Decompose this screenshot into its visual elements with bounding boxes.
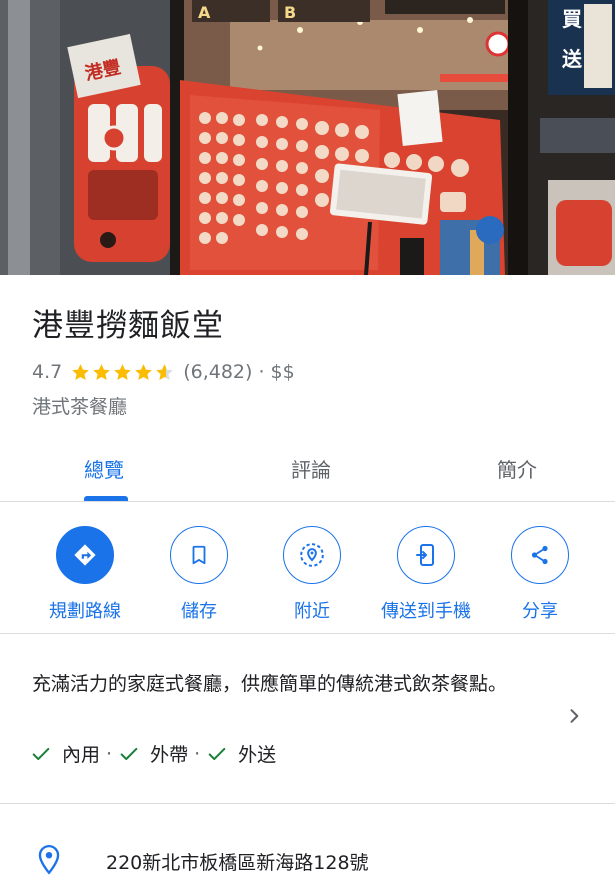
tab-reviews[interactable]: 評論: [291, 454, 331, 483]
promo-sign: 買 送: [540, 0, 615, 275]
address-row[interactable]: 220新北市板橋區新海路128號: [0, 820, 615, 883]
service-option-delivery: 外送: [206, 740, 276, 767]
restaurant-storefront-image: 港豐 A B 買 送: [0, 0, 615, 275]
place-title: 港豐撈麵飯堂: [32, 308, 224, 344]
nearby-icon: [283, 526, 341, 584]
svg-text:B: B: [284, 3, 296, 22]
address-text: 220新北市板橋區新海路128號: [106, 852, 369, 874]
chevron-right-icon: [570, 709, 579, 723]
save-label: 儲存: [181, 601, 217, 622]
send-to-phone-label: 傳送到手機: [381, 601, 471, 622]
description-section[interactable]: 充滿活力的家庭式餐廳，供應簡單的傳統港式飲茶餐點。 內用 · 外帶 · 外送: [0, 634, 615, 804]
rating-row: 4.7 (6,482) · $$: [32, 359, 295, 385]
service-option-label: 內用: [62, 744, 101, 766]
directions-label: 規劃路線: [49, 601, 121, 622]
star-icon: [135, 363, 153, 380]
action-bar: 規劃路線 儲存 附近 傳送到手機 分享: [0, 502, 615, 634]
service-options: 內用 · 外帶 · 外送: [30, 740, 276, 767]
share-label: 分享: [522, 601, 558, 622]
service-option-label: 外帶: [150, 744, 189, 766]
directions-button[interactable]: 規劃路線: [30, 526, 140, 623]
share-button[interactable]: 分享: [485, 526, 595, 623]
nearby-button[interactable]: 附近: [257, 526, 367, 623]
service-option-takeout: 外帶: [118, 740, 188, 767]
location-pin-icon: [38, 844, 60, 875]
send-to-phone-button[interactable]: 傳送到手機: [371, 526, 481, 623]
nearby-label: 附近: [294, 601, 330, 622]
directions-icon: [56, 526, 114, 584]
review-count[interactable]: (6,482): [183, 361, 252, 383]
separator-dot: ·: [106, 742, 113, 765]
check-icon: [32, 747, 50, 760]
send-to-phone-icon: [397, 526, 455, 584]
separator-dot: ·: [258, 361, 265, 383]
price-level: $$: [270, 361, 295, 383]
save-button[interactable]: 儲存: [144, 526, 254, 623]
svg-text:A: A: [198, 3, 211, 22]
active-tab-indicator: [84, 496, 128, 501]
share-icon: [511, 526, 569, 584]
separator-dot: ·: [194, 742, 201, 765]
check-icon: [120, 747, 138, 760]
star-rating: [70, 362, 175, 383]
svg-text:送: 送: [562, 47, 583, 71]
tram-sign: 港豐: [67, 33, 170, 262]
star-half-icon: [156, 363, 174, 380]
bookmark-icon: [170, 526, 228, 584]
star-icon: [114, 363, 132, 380]
svg-text:買: 買: [562, 7, 582, 31]
place-category[interactable]: 港式茶餐廳: [32, 392, 127, 419]
check-icon: [208, 747, 226, 760]
star-icon: [72, 363, 90, 380]
place-description: 充滿活力的家庭式餐廳，供應簡單的傳統港式飲茶餐點。: [32, 673, 508, 695]
service-option-dine-in: 內用: [30, 740, 100, 767]
rating-value: 4.7: [32, 361, 63, 383]
tab-about[interactable]: 簡介: [497, 454, 537, 483]
tab-overview[interactable]: 總覽: [84, 454, 124, 483]
star-icon: [93, 363, 111, 380]
place-photo[interactable]: 港豐 A B 買 送: [0, 0, 615, 275]
service-option-label: 外送: [238, 744, 277, 766]
tab-bar: 總覽 評論 簡介: [0, 440, 615, 502]
